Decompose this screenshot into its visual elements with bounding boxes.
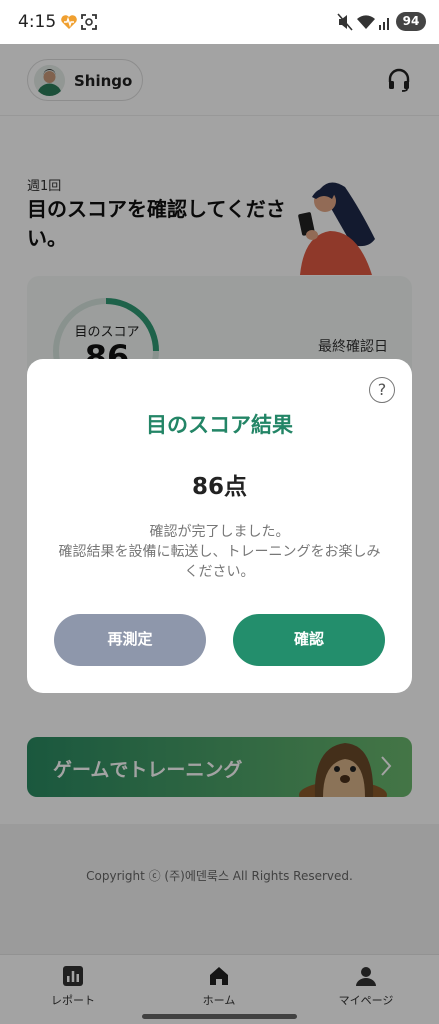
status-bar: 4:15 94 xyxy=(0,0,439,44)
eye-score-result-dialog: ? 目のスコア結果 86点 確認が完了しました。 確認結果を設備に転送し、トレー… xyxy=(27,359,412,693)
health-heart-icon xyxy=(61,15,77,29)
dialog-message-line1: 確認が完了しました。 xyxy=(149,524,290,540)
status-time: 4:15 xyxy=(18,12,57,32)
signal-icon xyxy=(379,18,389,30)
dialog-title: 目のスコア結果 xyxy=(146,413,293,437)
dialog-message: 確認が完了しました。 確認結果を設備に転送し、トレーニングをお楽しみください。 xyxy=(52,522,387,582)
battery-icon: 94 xyxy=(396,12,426,31)
screenshot-icon xyxy=(81,14,97,30)
confirm-button[interactable]: 確認 xyxy=(233,614,385,666)
wifi-icon xyxy=(357,15,375,29)
help-icon[interactable]: ? xyxy=(369,377,395,403)
dialog-message-line2: 確認結果を設備に転送し、トレーニングをお楽しみください。 xyxy=(58,544,381,580)
mute-icon xyxy=(337,13,353,31)
retest-button[interactable]: 再測定 xyxy=(54,614,206,666)
dialog-score: 86点 xyxy=(191,474,247,500)
